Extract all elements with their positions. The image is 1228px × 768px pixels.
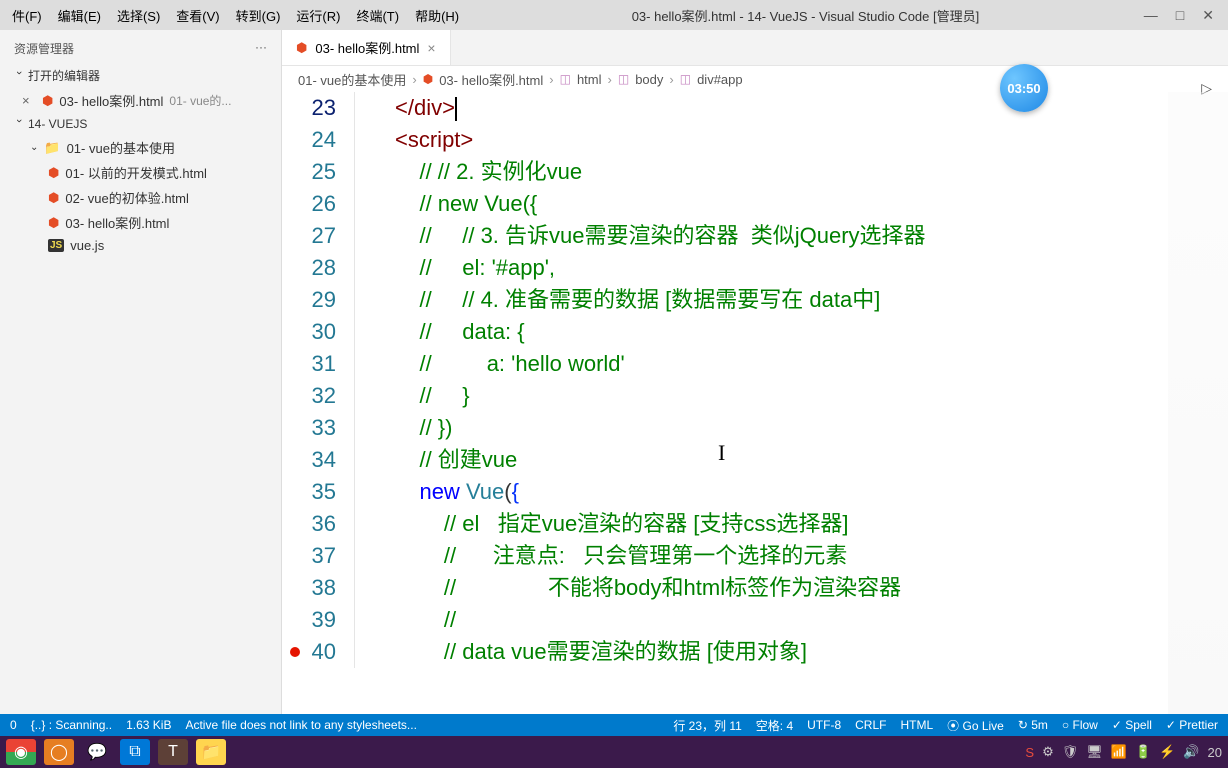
statusbar: 0 {..} : Scanning.. 1.63 KiB Active file… [0, 714, 1228, 736]
tray-icon[interactable]: ⚡ [1159, 744, 1175, 760]
tray-icon[interactable]: ⚙ [1042, 744, 1054, 760]
status-encoding[interactable]: UTF-8 [807, 718, 841, 732]
app-icon[interactable]: ◯ [44, 739, 74, 765]
tray-icon[interactable]: 🔋 [1135, 744, 1151, 760]
status-spell[interactable]: ✓ Spell [1112, 718, 1152, 732]
file-label: 01- 以前的开发模式.html [65, 163, 207, 182]
tag-icon: ◫ [618, 72, 629, 86]
status-timer[interactable]: ↻ 5m [1018, 718, 1048, 732]
html-icon: ⬢ [423, 72, 433, 86]
code-editor[interactable]: 232425262728293031323334353637383940 </d… [282, 92, 1228, 714]
tag-icon: ◫ [680, 72, 691, 86]
open-editor-label: 03- hello案例.html [59, 91, 163, 110]
menubar: 件(F) 编辑(E) 选择(S) 查看(V) 转到(G) 运行(R) 终端(T)… [0, 0, 1228, 30]
explorer-sidebar: 资源管理器 ··· 打开的编辑器 × ⬢ 03- hello案例.html 01… [0, 30, 282, 714]
status-prettier[interactable]: ✓ Prettier [1166, 718, 1218, 732]
html-icon: ⬢ [296, 40, 307, 56]
html-icon: ⬢ [48, 190, 59, 206]
status-scanning[interactable]: {..} : Scanning.. [31, 718, 112, 732]
status-errors[interactable]: 0 [10, 718, 17, 732]
menu-file[interactable]: 件(F) [4, 6, 50, 25]
chevron-right-icon: › [549, 72, 553, 87]
crumb[interactable]: html [577, 72, 602, 87]
chevron-right-icon: › [669, 72, 673, 87]
vscode-icon[interactable]: ⧉ [120, 739, 150, 765]
file-row[interactable]: ⬢ 03- hello案例.html [0, 210, 281, 235]
tab-close-icon[interactable]: × [427, 40, 435, 56]
window-title: 03- hello案例.html - 14- VueJS - Visual St… [467, 6, 1144, 25]
text-cursor-icon: I [718, 440, 725, 466]
tag-icon: ◫ [560, 72, 571, 86]
menu-select[interactable]: 选择(S) [109, 6, 168, 25]
close-icon[interactable]: ✕ [1202, 7, 1214, 24]
open-editor-item[interactable]: × ⬢ 03- hello案例.html 01- vue的... [0, 88, 281, 113]
folder-icon: 📁 [44, 140, 60, 156]
status-stylesheets[interactable]: Active file does not link to any stylesh… [185, 718, 416, 732]
file-label: 02- vue的初体验.html [65, 188, 189, 207]
editor-tab[interactable]: ⬢ 03- hello案例.html × [282, 30, 451, 65]
tray-icon[interactable]: 🔊 [1183, 744, 1199, 760]
status-eol[interactable]: CRLF [855, 718, 886, 732]
close-x-icon[interactable]: × [22, 93, 36, 108]
html-icon: ⬢ [48, 165, 59, 181]
breadcrumb[interactable]: 01- vue的基本使用 › ⬢ 03- hello案例.html › ◫ ht… [282, 66, 1228, 92]
status-golive[interactable]: ⦿ Go Live [947, 717, 1004, 734]
status-cursor[interactable]: 行 23，列 11 [673, 717, 741, 734]
menu-edit[interactable]: 编辑(E) [50, 6, 109, 25]
file-row[interactable]: ⬢ 02- vue的初体验.html [0, 185, 281, 210]
menu-goto[interactable]: 转到(G) [228, 6, 289, 25]
open-editor-path: 01- vue的... [169, 92, 231, 109]
menu-terminal[interactable]: 终端(T) [348, 6, 407, 25]
explorer-more-icon[interactable]: ··· [255, 40, 267, 57]
menu-run[interactable]: 运行(R) [288, 6, 348, 25]
crumb[interactable]: 01- vue的基本使用 [298, 70, 406, 89]
tray-icon[interactable]: 🖥 [1086, 744, 1103, 760]
menu-help[interactable]: 帮助(H) [407, 6, 467, 25]
taskbar: ◉ ◯ 💬 ⧉ T 📁 S ⚙ 🛡 🖥 📶 🔋 ⚡ 🔊 20 [0, 736, 1228, 768]
crumb[interactable]: 03- hello案例.html [439, 70, 543, 89]
html-icon: ⬢ [42, 93, 53, 109]
maximize-icon[interactable]: □ [1176, 7, 1184, 24]
tab-label: 03- hello案例.html [315, 38, 419, 57]
editor-area: ⬢ 03- hello案例.html × 01- vue的基本使用 › ⬢ 03… [282, 30, 1228, 714]
project-section[interactable]: 14- VUEJS [0, 113, 281, 135]
explorer-icon[interactable]: 📁 [196, 739, 226, 765]
chevron-right-icon: › [412, 72, 416, 87]
folder-label: 01- vue的基本使用 [67, 138, 175, 157]
wechat-icon[interactable]: 💬 [82, 739, 112, 765]
html-icon: ⬢ [48, 215, 59, 231]
folder-row[interactable]: ⌄ 📁 01- vue的基本使用 [0, 135, 281, 160]
file-label: vue.js [70, 238, 104, 253]
tray-icon[interactable]: 🛡 [1062, 744, 1079, 760]
file-row[interactable]: ⬢ 01- 以前的开发模式.html [0, 160, 281, 185]
chevron-right-icon: › [608, 72, 612, 87]
typora-icon[interactable]: T [158, 739, 188, 765]
explorer-title: 资源管理器 [14, 40, 74, 57]
status-indent[interactable]: 空格: 4 [756, 717, 793, 734]
js-icon: JS [48, 239, 64, 252]
chrome-icon[interactable]: ◉ [6, 739, 36, 765]
open-editors-section[interactable]: 打开的编辑器 [0, 63, 281, 88]
crumb[interactable]: div#app [697, 72, 743, 87]
minimap[interactable] [1168, 92, 1228, 714]
crumb[interactable]: body [635, 72, 663, 87]
tray-icon[interactable]: 📶 [1111, 744, 1127, 760]
minimize-icon[interactable]: — [1144, 7, 1158, 24]
tray-time[interactable]: 20 [1208, 745, 1222, 760]
tray-icon[interactable]: S [1025, 745, 1034, 760]
file-row[interactable]: JS vue.js [0, 235, 281, 256]
system-tray: S ⚙ 🛡 🖥 📶 🔋 ⚡ 🔊 20 [1025, 744, 1222, 760]
status-language[interactable]: HTML [900, 718, 933, 732]
timer-badge: 03:50 [1000, 64, 1048, 112]
file-label: 03- hello案例.html [65, 213, 169, 232]
status-flow[interactable]: ○ Flow [1062, 718, 1098, 732]
menu-view[interactable]: 查看(V) [168, 6, 227, 25]
status-filesize[interactable]: 1.63 KiB [126, 718, 171, 732]
